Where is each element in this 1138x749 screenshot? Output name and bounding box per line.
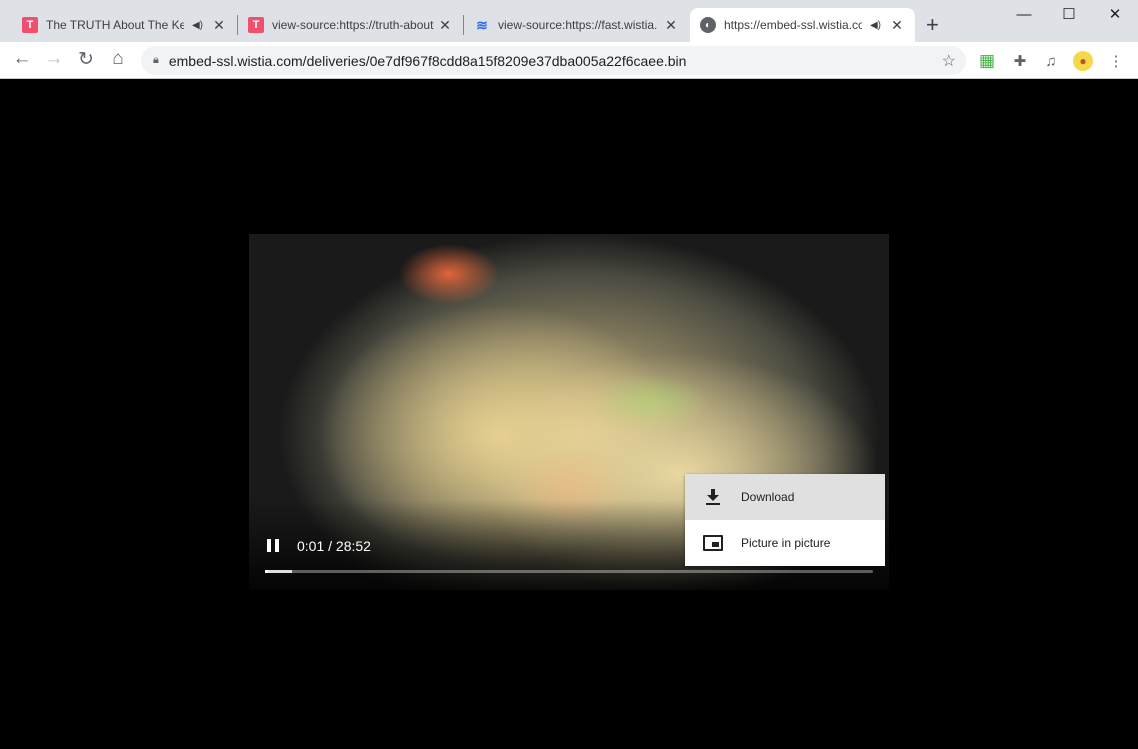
extensions-puzzle-icon[interactable]: ✚ [1010,51,1030,71]
menu-item-download[interactable]: Download [685,474,885,520]
bookmark-star-icon[interactable]: ☆ [942,51,956,71]
tab-title: The TRUTH About The Keto [46,18,184,32]
menu-item-label: Picture in picture [741,536,831,550]
lock-icon: 🔒︎ [153,54,159,66]
profile-avatar[interactable]: ● [1073,51,1093,71]
close-tab-icon[interactable]: ✕ [437,17,453,34]
close-tab-icon[interactable]: ✕ [663,17,679,34]
seek-bar[interactable] [265,570,873,573]
close-window-button[interactable]: ✕ [1092,2,1138,30]
url-text[interactable]: embed-ssl.wistia.com/deliveries/0e7df967… [169,53,687,69]
address-bar[interactable]: 🔒︎ embed-ssl.wistia.com/deliveries/0e7df… [141,46,966,75]
minimize-button[interactable]: — [1001,2,1047,30]
tab-title: https://embed-ssl.wistia.com [724,18,862,32]
home-button[interactable]: ⌂ [106,48,130,70]
tab-title: view-source:https://fast.wistia. [498,18,658,32]
tab-favicon: T [248,17,264,33]
speaker-icon: ◀) [869,19,881,31]
pause-button[interactable] [267,539,279,552]
picture-in-picture-icon [703,535,723,551]
menu-kebab-icon[interactable]: ⋮ [1106,51,1126,71]
reload-button[interactable]: ↻ [74,48,98,71]
menu-item-label: Download [741,490,795,504]
browser-toolbar: ← → ↻ ⌂ 🔒︎ embed-ssl.wistia.com/deliveri… [0,42,1138,79]
sheets-extension-icon[interactable]: ▦ [977,51,997,71]
speaker-icon: ◀) [191,19,203,31]
buffered-bar [265,570,292,573]
tab-view-source-wistia[interactable]: ≋ view-source:https://fast.wistia. ✕ [464,8,689,42]
maximize-button[interactable]: ☐ [1046,2,1092,30]
tab-view-source-truth[interactable]: T view-source:https://truth-about ✕ [238,8,463,42]
tab-favicon: T [22,17,38,33]
tab-strip: T The TRUTH About The Keto ◀) ✕ T view-s… [0,0,1138,42]
download-icon [706,489,720,505]
back-button[interactable]: ← [10,48,34,70]
tab-title: view-source:https://truth-about [272,18,434,32]
tab-embed-ssl[interactable]: ◐ https://embed-ssl.wistia.com ◀) ✕ [690,8,915,42]
close-tab-icon[interactable]: ✕ [889,17,905,34]
overflow-menu: Download Picture in picture [685,474,885,566]
media-controls-icon[interactable]: ♫ [1041,51,1061,71]
close-tab-icon[interactable]: ✕ [211,17,227,34]
wistia-icon: ≋ [476,16,488,33]
tab-keto[interactable]: T The TRUTH About The Keto ◀) ✕ [12,8,237,42]
globe-icon: ◐ [700,17,716,33]
menu-item-picture-in-picture[interactable]: Picture in picture [685,520,885,566]
played-bar [265,570,269,573]
new-tab-button[interactable]: + [926,12,939,38]
forward-button[interactable]: → [42,48,66,70]
time-display: 0:01 / 28:52 [297,538,371,554]
